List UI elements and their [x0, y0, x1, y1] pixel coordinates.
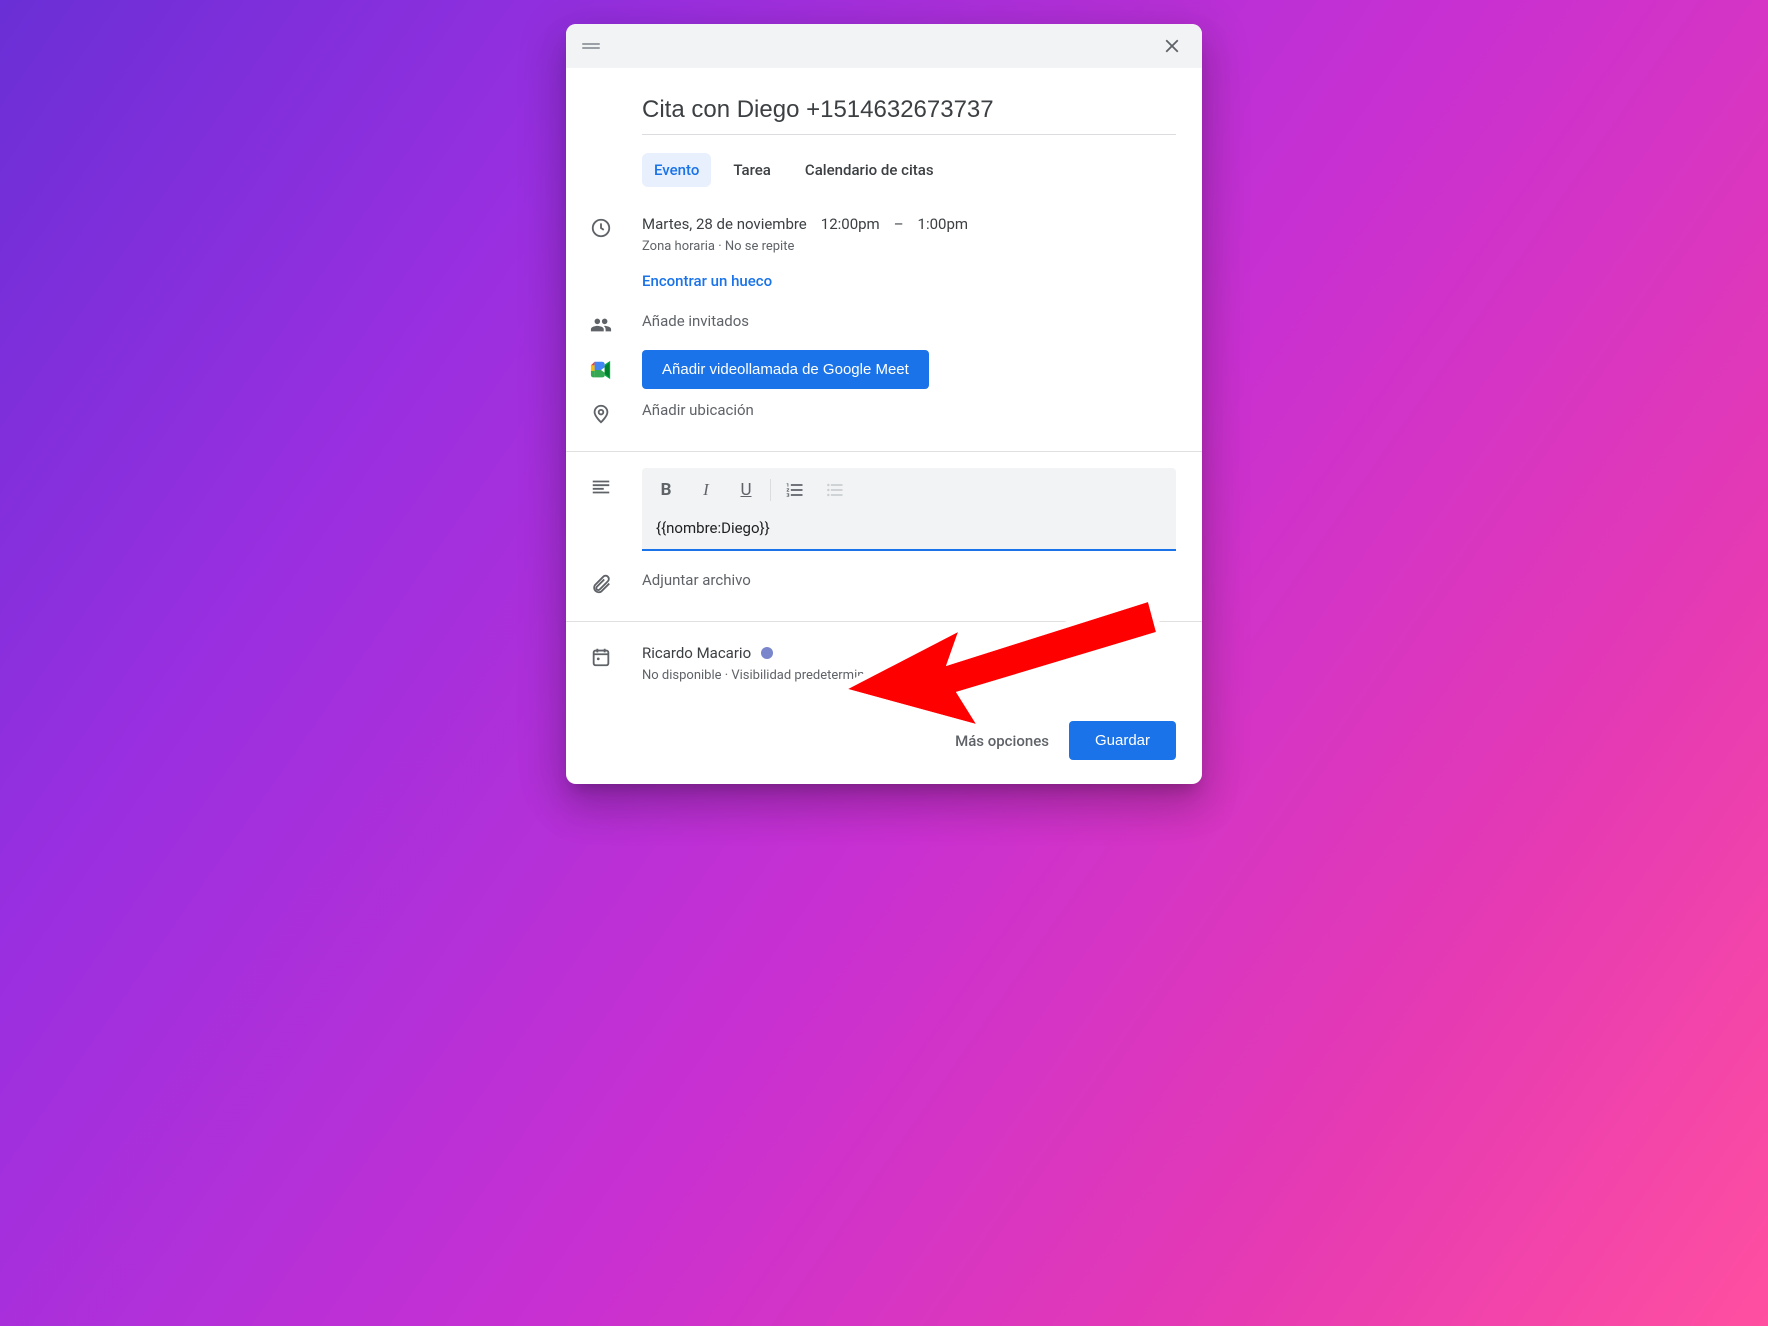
drag-handle-icon[interactable] [582, 41, 600, 51]
numbered-list-button[interactable] [775, 474, 815, 506]
description-icon [590, 476, 612, 498]
more-options-button[interactable]: Más opciones [955, 732, 1049, 750]
google-meet-icon [590, 359, 612, 381]
location-row[interactable]: Añadir ubicación [586, 395, 1176, 431]
attachment-row[interactable]: Adjuntar archivo [586, 557, 1176, 601]
event-date[interactable]: Martes, 28 de noviembre [642, 215, 807, 233]
close-button[interactable] [1154, 28, 1190, 64]
close-icon [1161, 35, 1183, 57]
event-title-input[interactable] [642, 88, 1176, 135]
calendar-icon [590, 646, 612, 668]
italic-button[interactable]: I [686, 474, 726, 506]
availability-visibility-label: No disponible · Visibilidad predetermina… [642, 668, 1176, 683]
add-google-meet-button[interactable]: Añadir videollamada de Google Meet [642, 350, 929, 389]
clock-icon [590, 217, 612, 239]
description-editor[interactable]: B I U {{nombre:Diego}} [642, 468, 1176, 551]
event-start-time[interactable]: 12:00pm [821, 215, 880, 233]
dialog-header [566, 24, 1202, 68]
event-type-tabs: Evento Tarea Calendario de citas [642, 153, 1176, 187]
find-time-link[interactable]: Encontrar un hueco [642, 272, 1176, 290]
guests-row[interactable]: Añade invitados [586, 306, 1176, 342]
numbered-list-icon [785, 480, 805, 500]
format-toolbar: B I U [642, 468, 1176, 509]
calendar-color-dot [761, 647, 773, 659]
time-separator: – [894, 215, 904, 233]
dialog-footer: Más opciones Guardar [566, 697, 1202, 784]
calendar-owner-name: Ricardo Macario [642, 644, 751, 662]
attach-file-placeholder[interactable]: Adjuntar archivo [642, 571, 1176, 589]
video-call-row: Añadir videollamada de Google Meet [586, 342, 1176, 395]
event-end-time[interactable]: 1:00pm [918, 215, 969, 233]
event-quick-create-dialog: Evento Tarea Calendario de citas Martes,… [566, 24, 1202, 784]
people-icon [590, 314, 612, 336]
datetime-row[interactable]: Martes, 28 de noviembre 12:00pm – 1:00pm… [586, 209, 1176, 306]
tab-appointment-schedule[interactable]: Calendario de citas [793, 153, 946, 187]
toolbar-separator [770, 479, 771, 501]
add-guests-placeholder[interactable]: Añade invitados [642, 312, 1176, 330]
description-row: B I U {{nombre:Diego}} [586, 452, 1176, 557]
bold-button[interactable]: B [646, 474, 686, 506]
bulleted-list-icon [825, 480, 845, 500]
save-button[interactable]: Guardar [1069, 721, 1176, 760]
bulleted-list-button[interactable] [815, 474, 855, 506]
location-icon [590, 403, 612, 425]
add-location-placeholder[interactable]: Añadir ubicación [642, 401, 1176, 419]
underline-button[interactable]: U [726, 474, 766, 506]
calendar-owner-row[interactable]: Ricardo Macario No disponible · Visibili… [586, 638, 1176, 689]
timezone-repeat-label[interactable]: Zona horaria · No se repite [642, 239, 1176, 254]
paperclip-icon [590, 573, 612, 595]
tab-task[interactable]: Tarea [721, 153, 783, 187]
tab-event[interactable]: Evento [642, 153, 711, 187]
description-textarea[interactable]: {{nombre:Diego}} [642, 509, 1176, 549]
